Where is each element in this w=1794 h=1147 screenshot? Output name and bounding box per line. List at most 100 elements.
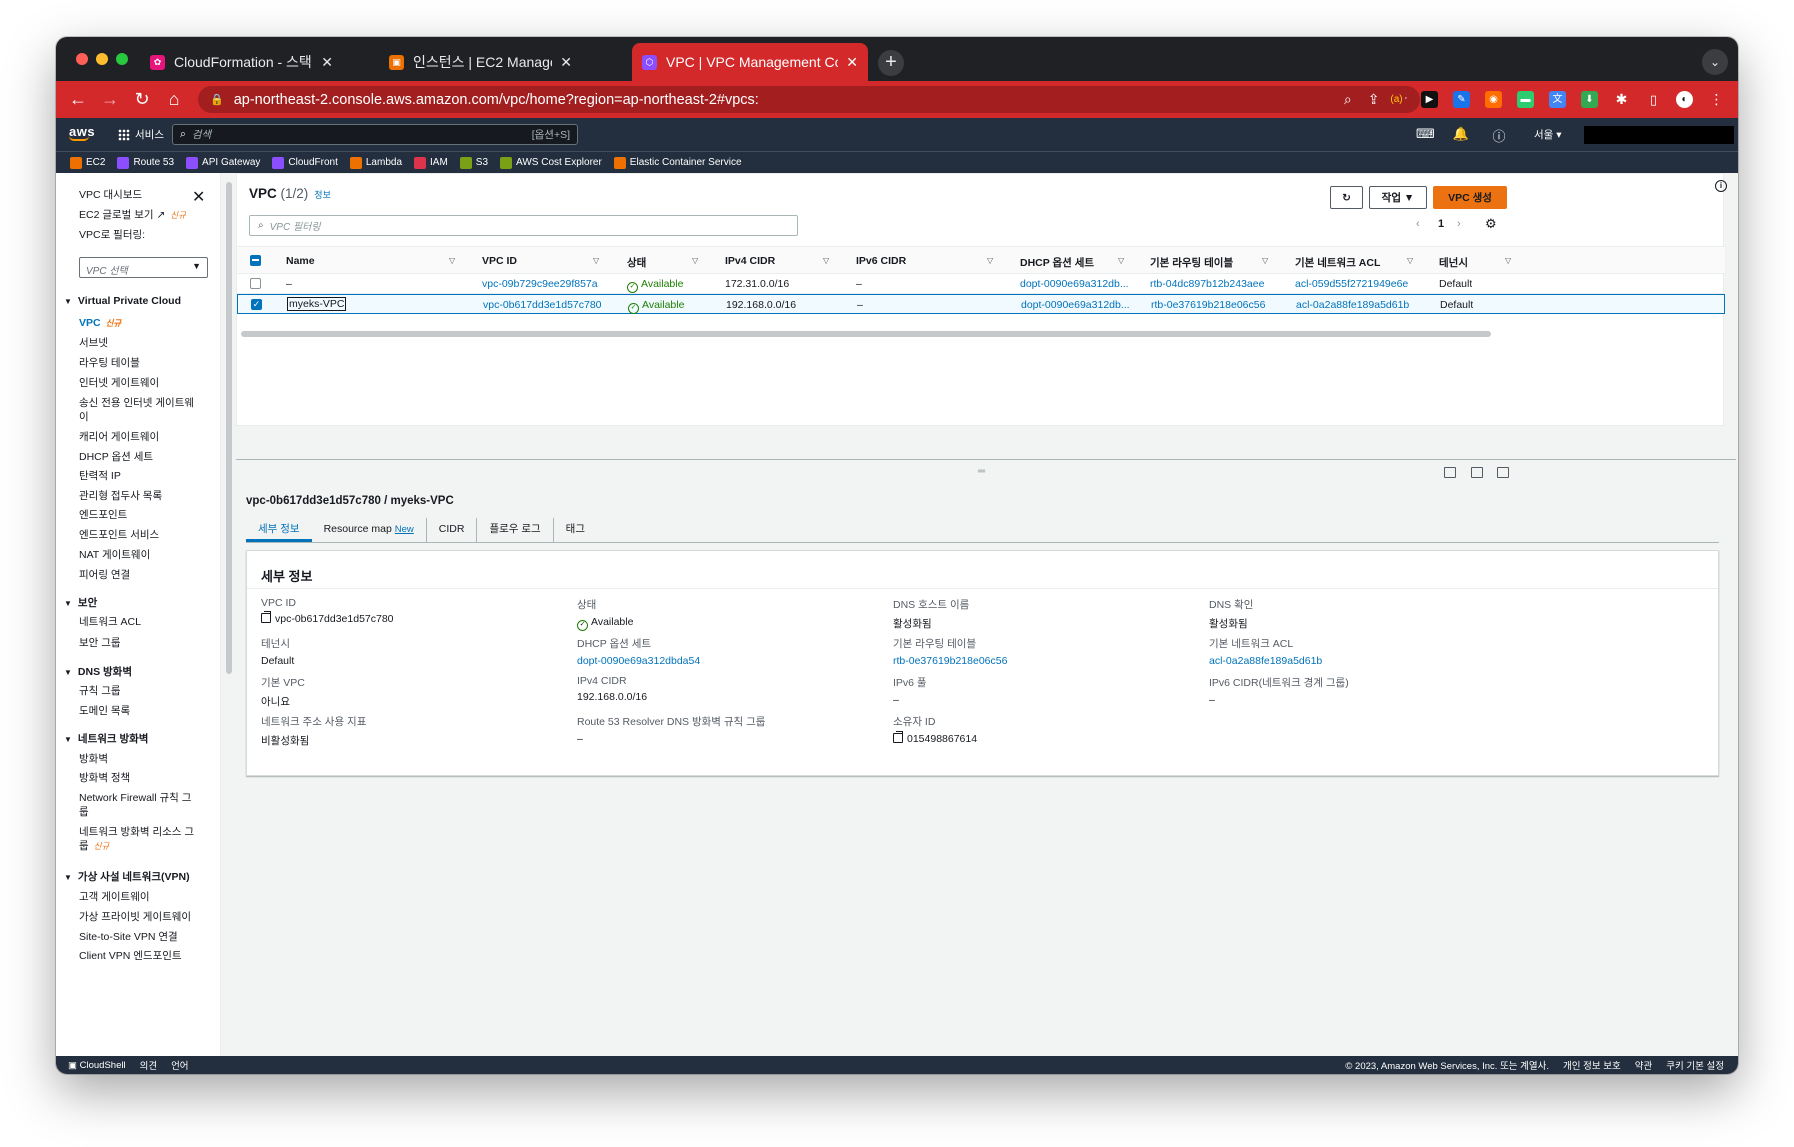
address-bar[interactable]: 🔒 ap-northeast-2.console.aws.amazon.com/… <box>198 86 1420 113</box>
sidebar-item[interactable]: DHCP 옵션 세트 <box>79 450 199 464</box>
sidebar-item[interactable]: 캐리어 게이트웨이 <box>79 430 199 444</box>
new-tab-button[interactable]: + <box>878 50 904 76</box>
sidebar-item[interactable]: 관리형 접두사 목록 <box>79 489 199 503</box>
favorite-ec2[interactable]: EC2 <box>70 156 105 169</box>
cell-name[interactable]: – <box>286 278 292 290</box>
back-icon[interactable]: ← <box>66 87 90 111</box>
sidebar-item[interactable]: 방화벽 정책 <box>79 771 199 785</box>
sort-icon[interactable]: ▽ <box>1118 256 1124 265</box>
sort-icon[interactable]: ▽ <box>449 256 455 265</box>
notifications-bell-icon[interactable]: 🔔 <box>1452 126 1470 142</box>
tab-flow-logs[interactable]: 플로우 로그 <box>477 518 554 542</box>
sidebar-item[interactable]: 네트워크 방화벽 리소스 그룹 신규 <box>79 825 199 853</box>
tab-cidr[interactable]: CIDR <box>427 518 478 542</box>
feedback-link[interactable]: 의견 <box>140 1058 157 1072</box>
sort-icon[interactable]: ▽ <box>692 256 698 265</box>
close-tab-icon[interactable]: ✕ <box>560 54 572 71</box>
sidebar-item[interactable]: 가상 프라이빗 게이트웨이 <box>79 910 199 924</box>
cell-rtb[interactable]: rtb-0e37619b218e06c56 <box>1151 299 1265 311</box>
sidebar-item[interactable]: VPC 신규 <box>79 316 199 330</box>
sidebar-item[interactable]: 보안 그룹 <box>79 636 199 650</box>
maximize-window-button[interactable] <box>116 53 128 65</box>
field-value[interactable]: dopt-0090e69a312dbda54 <box>577 655 700 667</box>
side-panel-icon[interactable]: ▯ <box>1645 91 1662 108</box>
extension-icon[interactable]: ◉ <box>1485 91 1502 108</box>
info-panel-icon[interactable]: i <box>1715 180 1727 192</box>
extension-icon[interactable]: ▬ <box>1517 91 1534 108</box>
browser-tab-cloudformation[interactable]: ✿ CloudFormation - 스택 myeks ✕ <box>140 43 343 81</box>
sidebar-section-0[interactable]: ▼ Virtual Private Cloud <box>64 295 181 307</box>
column-header[interactable]: Name <box>286 255 315 267</box>
cell-vpc-id[interactable]: vpc-0b617dd3e1d57c780 <box>483 299 602 311</box>
table-row[interactable]: ✓ myeks-VPC vpc-0b617dd3e1d57c780 ✓ Availabl… <box>237 294 1725 314</box>
row-checkbox[interactable] <box>250 278 261 289</box>
column-header[interactable]: 기본 네트워크 ACL <box>1295 255 1380 270</box>
column-header[interactable]: IPv4 CIDR <box>725 255 775 267</box>
layout-overlay-icon[interactable] <box>1497 467 1509 478</box>
cloudshell-link[interactable]: ▣ CloudShell <box>68 1060 126 1071</box>
cookie-preferences-link[interactable]: 쿠키 기본 설정 <box>1666 1058 1724 1072</box>
console-search-input[interactable]: ⌕ 검색 [옵션+S] <box>172 124 578 145</box>
favorite-s3[interactable]: S3 <box>459 156 488 169</box>
pager-next-icon[interactable]: › <box>1457 218 1461 230</box>
sidebar-item[interactable]: 인터넷 게이트웨이 <box>79 376 199 390</box>
sort-icon[interactable]: ▽ <box>1505 256 1511 265</box>
close-window-button[interactable] <box>76 53 88 65</box>
tab-details[interactable]: 세부 정보 <box>246 518 312 542</box>
copy-icon[interactable] <box>261 611 271 623</box>
column-header[interactable]: IPv6 CIDR <box>856 255 906 267</box>
sidebar-item[interactable]: 네트워크 ACL <box>79 615 199 629</box>
cell-vpc-id[interactable]: vpc-09b729c9ee29f857a <box>482 278 598 290</box>
info-link[interactable]: 정보 <box>314 190 331 200</box>
close-icon[interactable]: ✕ <box>192 187 205 207</box>
sort-icon[interactable]: ▽ <box>823 256 829 265</box>
cell-acl[interactable]: acl-059d55f2721949e6e <box>1295 278 1408 290</box>
select-all-checkbox[interactable] <box>250 255 261 266</box>
sidebar-section-2[interactable]: ▼ DNS 방화벽 <box>64 664 132 679</box>
refresh-button[interactable]: ↻ <box>1330 186 1363 209</box>
sort-icon[interactable]: ▽ <box>987 256 993 265</box>
favorite-elastic-container-service[interactable]: Elastic Container Service <box>613 156 742 169</box>
sidebar-item-ec2-global-view[interactable]: EC2 글로벌 보기 ↗ 신규 <box>79 208 199 222</box>
sidebar-item[interactable]: 방화벽 <box>79 752 199 766</box>
favorite-iam[interactable]: IAM <box>414 156 448 169</box>
terms-link[interactable]: 약관 <box>1635 1058 1652 1072</box>
sidebar-item[interactable]: Network Firewall 규칙 그룹 <box>79 791 199 819</box>
sidebar-item[interactable]: 서브넷 <box>79 336 199 350</box>
sidebar-item[interactable]: 규칙 그룹 <box>79 684 199 698</box>
favorite-api-gateway[interactable]: API Gateway <box>186 156 260 169</box>
page-number[interactable]: 1 <box>1438 218 1444 230</box>
sidebar-item[interactable]: 피어링 연결 <box>79 568 199 582</box>
resize-handle-icon[interactable]: ═ <box>978 466 985 477</box>
tab-resource-map[interactable]: Resource map New <box>312 518 427 542</box>
column-header[interactable]: 기본 라우팅 테이블 <box>1150 255 1233 270</box>
extension-icon[interactable]: (a) <box>1388 91 1405 108</box>
extensions-puzzle-icon[interactable]: ✱ <box>1613 91 1630 108</box>
sidebar-item[interactable]: 고객 게이트웨이 <box>79 890 199 904</box>
table-row[interactable]: – vpc-09b729c9ee29f857a ✓ Available 172.31.0… <box>237 274 1725 294</box>
reload-icon[interactable]: ↻ <box>130 87 154 111</box>
sidebar-item-vpc-dashboard[interactable]: VPC 대시보드 <box>79 188 199 202</box>
zoom-icon[interactable]: ⌕ <box>1344 91 1352 108</box>
sidebar-item[interactable]: 송신 전용 인터넷 게이트웨이 <box>79 396 199 424</box>
sidebar-item[interactable]: Client VPN 엔드포인트 <box>79 949 199 963</box>
minimize-window-button[interactable] <box>96 53 108 65</box>
language-link[interactable]: 언어 <box>171 1058 188 1072</box>
browser-tab-ec2[interactable]: ▣ 인스턴스 | EC2 Management Con ✕ <box>379 43 582 81</box>
cell-dhcp[interactable]: dopt-0090e69a312db... <box>1020 278 1129 290</box>
sort-icon[interactable]: ▽ <box>593 256 599 265</box>
favorite-route-53[interactable]: Route 53 <box>117 156 174 169</box>
column-header[interactable]: 상태 <box>627 255 646 270</box>
aws-logo[interactable]: aws <box>69 124 95 141</box>
profile-avatar[interactable]: ◐ <box>1676 91 1693 108</box>
sidebar-section-4[interactable]: ▼ 가상 사설 네트워크(VPN) <box>64 869 190 884</box>
table-settings-gear-icon[interactable]: ⚙ <box>1485 216 1497 232</box>
column-header[interactable]: 테넌시 <box>1439 255 1468 270</box>
cell-rtb[interactable]: rtb-04dc897b12b243aee <box>1150 278 1264 290</box>
table-horizontal-scrollbar[interactable] <box>241 331 1491 337</box>
close-tab-icon[interactable]: ✕ <box>321 54 333 71</box>
actions-button[interactable]: 작업 ▼ <box>1369 186 1427 209</box>
home-icon[interactable]: ⌂ <box>162 87 186 111</box>
split-divider[interactable] <box>236 459 1736 460</box>
translate-icon[interactable]: 文 <box>1549 91 1566 108</box>
